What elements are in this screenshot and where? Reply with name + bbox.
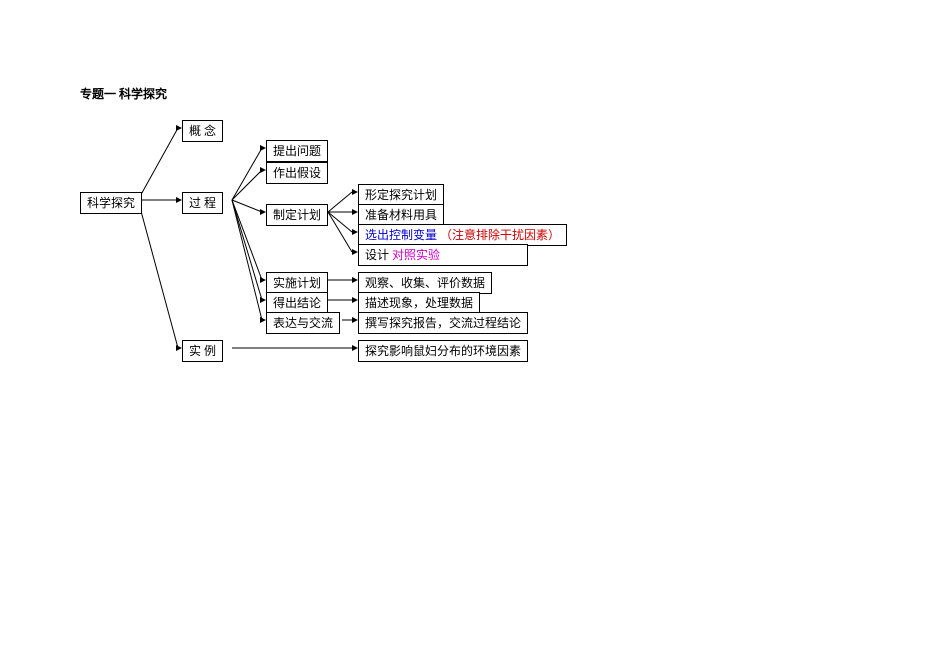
node-step-conclude: 得出结论 xyxy=(266,292,328,314)
arrow-icon xyxy=(260,145,266,151)
page-title: 专题一 科学探究 xyxy=(80,85,167,102)
arrow-icon xyxy=(176,125,182,131)
plan-design-contrast: 对照实验 xyxy=(392,248,440,262)
arrow-icon xyxy=(352,249,358,255)
arrow-icon xyxy=(352,277,358,283)
arrow-icon xyxy=(260,317,266,323)
node-step-hypothesis: 作出假设 xyxy=(266,162,328,184)
node-plan-variables: 选出控制变量 （注意排除干扰因素） xyxy=(358,224,567,246)
arrow-icon xyxy=(352,209,358,215)
node-step-communicate: 表达与交流 xyxy=(266,312,340,334)
arrow-icon xyxy=(260,209,266,215)
plan-design-prefix: 设计 xyxy=(365,248,389,262)
node-step-execute: 实施计划 xyxy=(266,272,328,294)
node-step-plan: 制定计划 xyxy=(266,204,328,226)
node-root: 科学探究 xyxy=(80,192,142,214)
node-observe: 观察、收集、评价数据 xyxy=(358,272,492,294)
node-example-item: 探究影响鼠妇分布的环境因素 xyxy=(358,340,528,362)
node-describe: 描述现象，处理数据 xyxy=(358,292,480,314)
arrow-icon xyxy=(352,297,358,303)
node-plan-design: 设计 对照实验 xyxy=(358,244,528,266)
node-step-question: 提出问题 xyxy=(266,140,328,162)
arrow-icon xyxy=(260,297,266,303)
plan-variables-note: （注意排除干扰因素） xyxy=(440,228,560,242)
arrow-icon xyxy=(176,197,182,203)
arrow-icon xyxy=(352,345,358,351)
node-concept: 概 念 xyxy=(182,120,223,142)
node-plan-materials: 准备材料用具 xyxy=(358,204,444,226)
arrow-icon xyxy=(352,317,358,323)
node-example: 实 例 xyxy=(182,340,223,362)
arrow-icon xyxy=(260,167,266,173)
arrow-icon xyxy=(176,345,182,351)
node-report: 撰写探究报告，交流过程结论 xyxy=(358,312,528,334)
arrow-icon xyxy=(260,277,266,283)
node-plan-define: 形定探究计划 xyxy=(358,184,444,206)
plan-variables-text: 选出控制变量 xyxy=(365,228,437,242)
arrow-icon xyxy=(352,189,358,195)
node-process: 过 程 xyxy=(182,192,223,214)
arrow-icon xyxy=(352,229,358,235)
